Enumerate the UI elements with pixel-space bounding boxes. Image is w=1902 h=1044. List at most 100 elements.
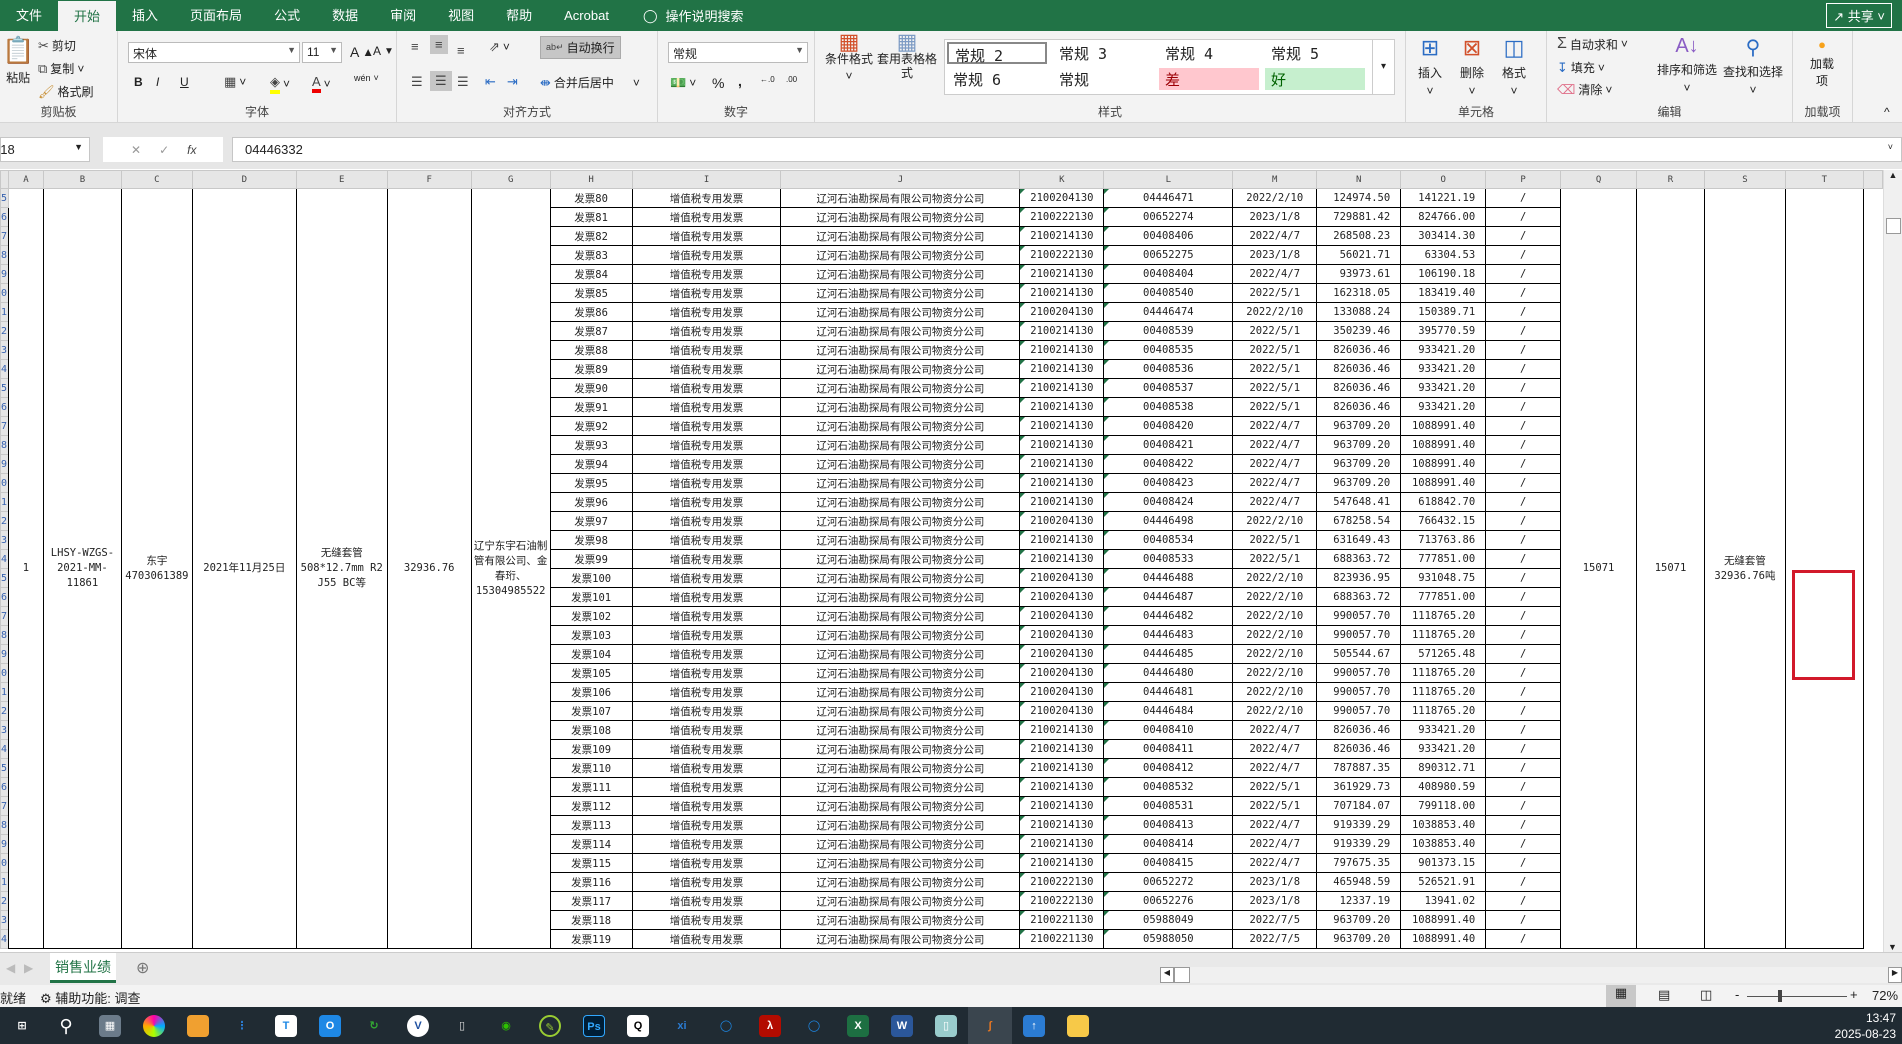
cell-buyer[interactable]: 辽河石油勘探局有限公司物资分公司 [780,435,1021,455]
cell-buyer[interactable]: 辽河石油勘探局有限公司物资分公司 [780,606,1021,626]
cell-invoice-code[interactable]: 2100221130 [1019,910,1105,930]
cell-date[interactable]: 2022/4/7 [1232,264,1318,284]
cell-invoice-type[interactable]: 增值税专用发票 [631,302,782,322]
cell-invoice-no[interactable]: 发票110 [549,758,633,778]
borders-button[interactable]: ▦ ˅ [224,74,246,90]
cell-invoice-type[interactable]: 增值税专用发票 [631,663,782,683]
cell-date[interactable]: 2022/5/1 [1232,321,1318,341]
find-select-button[interactable]: ⚲ 查找和选择 ˅ [1723,35,1783,97]
cell-invoice-number[interactable]: 04446484 [1103,701,1234,721]
cell-amount[interactable]: 826036.46 [1316,378,1402,398]
cell-buyer[interactable]: 辽河石油勘探局有限公司物资分公司 [780,283,1021,303]
tab-7[interactable]: 视图 [432,0,490,31]
cell-invoice-code[interactable]: 2100214130 [1019,226,1105,246]
row-header[interactable]: 6 [0,587,9,607]
increase-font-button[interactable]: A ▲ [350,44,374,60]
start-button[interactable]: ⊞ [0,1007,44,1044]
row-header[interactable]: 9 [0,454,9,474]
cell-buyer[interactable]: 辽河石油勘探局有限公司物资分公司 [780,359,1021,379]
horizontal-scrollbar[interactable]: ◀ ▶ [1160,967,1902,983]
cell-invoice-type[interactable]: 增值税专用发票 [631,587,782,607]
row-header[interactable]: 3 [0,910,9,930]
cell-amount-with-tax[interactable]: 141221.19 [1400,188,1487,208]
tell-me-search[interactable]: ◯ 操作说明搜索 [625,6,744,25]
cell-invoice-no[interactable]: 发票96 [549,492,633,512]
cell-invoice-type[interactable]: 增值税专用发票 [631,701,782,721]
cell-invoice-number[interactable]: 00652274 [1103,207,1234,227]
row-header[interactable]: 3 [0,530,9,550]
cell-invoice-type[interactable]: 增值税专用发票 [631,739,782,759]
zoom-in-button[interactable]: + [1850,987,1858,1002]
cell-buyer[interactable]: 辽河石油勘探局有限公司物资分公司 [780,739,1021,759]
cell-p[interactable]: / [1485,758,1562,778]
cell-invoice-code[interactable]: 2100214130 [1019,530,1105,550]
column-header-S[interactable]: S [1703,170,1786,189]
cell-invoice-no[interactable]: 发票95 [549,473,633,493]
cell-invoice-code[interactable]: 2100204130 [1019,511,1105,531]
cell-invoice-no[interactable]: 发票82 [549,226,633,246]
conditional-formatting-button[interactable]: ▦ 条件格式 ˅ [825,31,873,84]
merged-cell-B[interactable]: LHSY-WZGS-2021-MM-11861 [42,188,122,949]
cell-date[interactable]: 2022/2/10 [1232,606,1318,626]
row-header[interactable]: 4 [0,739,9,759]
cell-p[interactable]: / [1485,587,1562,607]
cell-amount-with-tax[interactable]: 933421.20 [1400,397,1487,417]
cell-amount-with-tax[interactable]: 1088991.40 [1400,416,1487,436]
cell-amount[interactable]: 919339.29 [1316,834,1402,854]
cell-amount[interactable]: 826036.46 [1316,340,1402,360]
taskbar-app-active[interactable]: ∫ [968,1007,1012,1044]
cell-invoice-type[interactable]: 增值税专用发票 [631,625,782,645]
cell-invoice-type[interactable]: 增值税专用发票 [631,815,782,835]
style-good[interactable]: 好 [1265,68,1365,90]
row-header[interactable]: 8 [0,245,9,265]
cell-p[interactable]: / [1485,435,1562,455]
cell-amount[interactable]: 963709.20 [1316,435,1402,455]
cell-invoice-no[interactable]: 发票107 [549,701,633,721]
cell-p[interactable]: / [1485,891,1562,911]
cell-buyer[interactable]: 辽河石油勘探局有限公司物资分公司 [780,625,1021,645]
cell-date[interactable]: 2022/4/7 [1232,834,1318,854]
cell-invoice-code[interactable]: 2100204130 [1019,644,1105,664]
cell-buyer[interactable]: 辽河石油勘探局有限公司物资分公司 [780,568,1021,588]
cell-invoice-code[interactable]: 2100214130 [1019,777,1105,797]
cell-p[interactable]: / [1485,568,1562,588]
cell-date[interactable]: 2022/5/1 [1232,378,1318,398]
decrease-indent-button[interactable]: ⇤ [485,74,496,90]
sort-filter-button[interactable]: A↓ 排序和筛选 ˅ [1657,35,1717,95]
cell-amount[interactable]: 826036.46 [1316,720,1402,740]
cell-invoice-number[interactable]: 04446471 [1103,188,1234,208]
cell-invoice-type[interactable]: 增值税专用发票 [631,378,782,398]
gallery-more-button[interactable]: ▾ [1372,40,1394,94]
cell-buyer[interactable]: 辽河石油勘探局有限公司物资分公司 [780,758,1021,778]
font-name-select[interactable]: 宋体 ▼ [128,42,300,63]
cell-date[interactable]: 2022/2/10 [1232,682,1318,702]
cell-date[interactable]: 2022/4/7 [1232,473,1318,493]
cell-invoice-type[interactable]: 增值税专用发票 [631,796,782,816]
comma-button[interactable]: , [738,73,742,89]
cell-amount[interactable]: 268508.23 [1316,226,1402,246]
cell-amount-with-tax[interactable]: 1038853.40 [1400,815,1487,835]
cell-invoice-number[interactable]: 04446487 [1103,587,1234,607]
merged-cell-G[interactable]: 辽宁东宇石油制管有限公司、金春珩、15304985522 [470,188,551,949]
cell-invoice-no[interactable]: 发票81 [549,207,633,227]
cell-invoice-no[interactable]: 发票119 [549,929,633,949]
column-header-J[interactable]: J [780,170,1021,189]
cell-invoice-number[interactable]: 00408423 [1103,473,1234,493]
cell-date[interactable]: 2022/2/10 [1232,701,1318,721]
cell-invoice-number[interactable]: 04446483 [1103,625,1234,645]
column-header-M[interactable]: M [1232,170,1318,189]
cell-invoice-type[interactable]: 增值税专用发票 [631,720,782,740]
cell-date[interactable]: 2023/1/8 [1232,207,1318,227]
sheet-tab[interactable]: 销售业绩统计表 [50,953,116,1003]
cell-amount[interactable]: 56021.71 [1316,245,1402,265]
cell-amount[interactable]: 990057.70 [1316,625,1402,645]
format-painter-button[interactable]: 🖌 格式刷 [38,83,94,100]
cell-invoice-no[interactable]: 发票103 [549,625,633,645]
row-header[interactable]: 5 [0,568,9,588]
cell-p[interactable]: / [1485,929,1562,949]
cell-invoice-no[interactable]: 发票92 [549,416,633,436]
cell-invoice-no[interactable]: 发票105 [549,663,633,683]
scroll-thumb[interactable] [1886,218,1901,234]
cell-invoice-number[interactable]: 00408415 [1103,853,1234,873]
cell-amount-with-tax[interactable]: 395770.59 [1400,321,1487,341]
